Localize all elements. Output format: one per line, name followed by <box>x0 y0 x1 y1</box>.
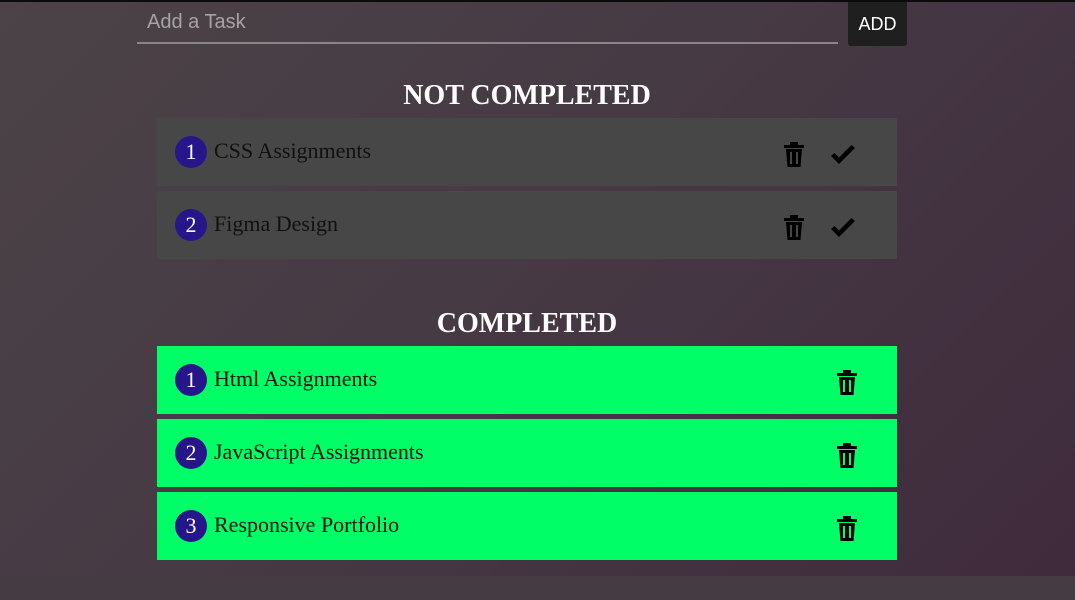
task-item: 3 Responsive Portfolio <box>157 492 897 560</box>
trash-icon <box>784 215 804 240</box>
delete-task-button[interactable] <box>780 213 808 243</box>
add-task-form: ADD <box>137 2 907 46</box>
task-number-badge: 2 <box>175 209 207 241</box>
complete-task-button[interactable] <box>829 213 857 243</box>
task-item: 1 CSS Assignments <box>157 118 897 186</box>
task-number-badge: 1 <box>175 136 207 168</box>
not-completed-list: 1 CSS Assignments 2 Figma Design <box>157 118 897 264</box>
task-item: 1 Html Assignments <box>157 346 897 414</box>
trash-icon <box>837 370 857 395</box>
task-item: 2 Figma Design <box>157 191 897 259</box>
delete-task-button[interactable] <box>833 514 861 544</box>
complete-task-button[interactable] <box>829 140 857 170</box>
footer-bar <box>0 576 1075 600</box>
task-label: CSS Assignments <box>214 138 372 163</box>
task-item: 2 JavaScript Assignments <box>157 419 897 487</box>
task-number-badge: 1 <box>175 364 207 396</box>
trash-icon <box>837 516 857 541</box>
trash-icon <box>784 142 804 167</box>
add-button[interactable]: ADD <box>848 2 907 46</box>
task-label: Html Assignments <box>214 366 378 391</box>
task-input[interactable] <box>137 2 838 44</box>
trash-icon <box>837 443 857 468</box>
completed-heading: COMPLETED <box>436 308 618 339</box>
check-icon <box>831 218 855 237</box>
delete-task-button[interactable] <box>833 441 861 471</box>
check-icon <box>831 145 855 164</box>
task-label: Figma Design <box>214 211 339 236</box>
task-number-badge: 2 <box>175 437 207 469</box>
task-number-badge: 3 <box>175 510 207 542</box>
delete-task-button[interactable] <box>833 368 861 398</box>
delete-task-button[interactable] <box>780 140 808 170</box>
not-completed-heading: NOT COMPLETED <box>403 80 651 111</box>
task-label: Responsive Portfolio <box>214 512 400 537</box>
completed-list: 1 Html Assignments 2 JavaScript Assignme… <box>157 346 897 565</box>
task-label: JavaScript Assignments <box>214 439 424 464</box>
